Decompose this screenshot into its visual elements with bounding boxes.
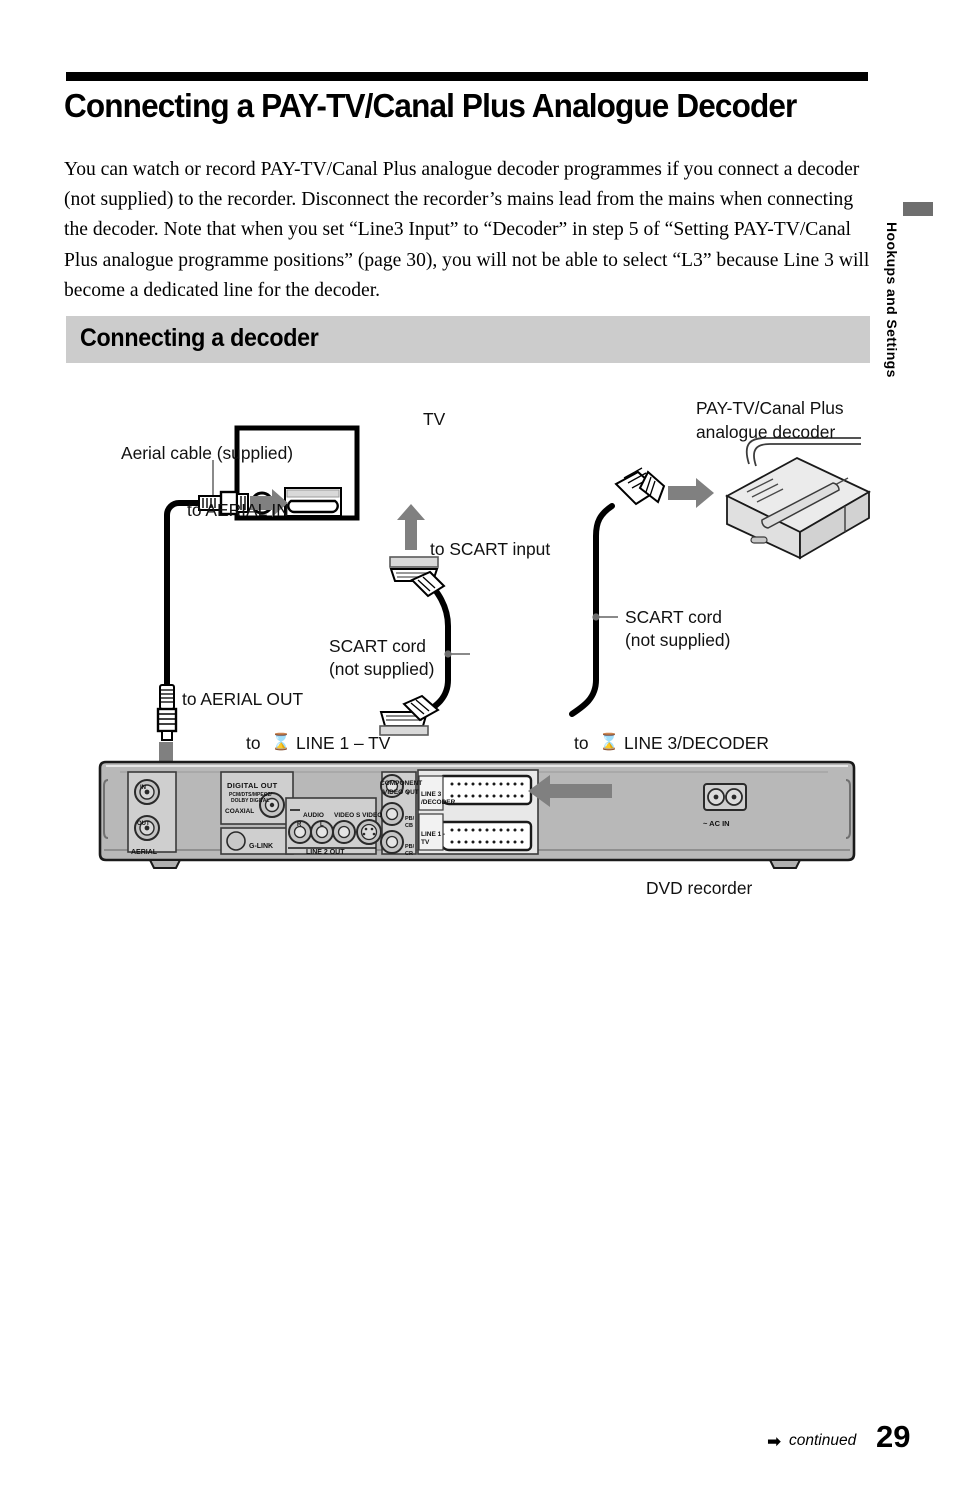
- comp-y-label: Y: [406, 791, 411, 797]
- scart-plug-decoder: [614, 467, 666, 506]
- decoder-illustration: [725, 437, 871, 560]
- scart-line1-label-2: TV: [421, 839, 430, 846]
- component-video-out-label: VIDEO OUT: [383, 789, 419, 796]
- to-aerial-out-label: to AERIAL OUT: [182, 689, 304, 709]
- continued-arrow-icon: ➡: [767, 1432, 782, 1452]
- coaxial-label: COAXIAL: [225, 808, 255, 815]
- decoder-label-line2: analogue decoder: [696, 422, 836, 442]
- dvd-recorder-rear-panel: [98, 760, 856, 869]
- scart-cord-right-line2: (not supplied): [625, 630, 731, 650]
- to-line1-prefix: to: [246, 733, 261, 753]
- arrow-scart-to-tv: [397, 504, 425, 550]
- to-line3-label: LINE 3/DECODER: [624, 733, 769, 753]
- scart-cord-left: [421, 573, 470, 717]
- aerial-out-label: OUT: [137, 821, 150, 827]
- page-title: Connecting a PAY-TV/Canal Plus Analogue …: [64, 87, 797, 124]
- video-label: VIDEO: [334, 812, 355, 819]
- to-line1-label: LINE 1 – TV: [296, 733, 391, 753]
- line2-out-label: LINE 2 OUT: [306, 849, 345, 856]
- comp-cr-label: CR: [405, 851, 413, 857]
- comp-cb-label: CB: [405, 823, 413, 829]
- g-link-label: G-LINK: [249, 843, 274, 850]
- decoder-label-line1: PAY-TV/Canal Plus: [696, 398, 844, 418]
- to-aerial-in-label: to AERIAL IN: [187, 500, 289, 520]
- to-scart-input-label: to SCART input: [430, 539, 551, 559]
- scart-line3-label-2: /DECODER: [421, 799, 456, 806]
- section-heading: Connecting a decoder: [80, 324, 319, 352]
- side-tab-marker: [903, 202, 933, 216]
- dvd-recorder-label: DVD recorder: [646, 878, 753, 898]
- scart-cord-left-line2: (not supplied): [329, 659, 435, 679]
- ac-in-label: ~ AC IN: [703, 819, 730, 828]
- scart-plug-tv: [389, 556, 446, 598]
- tv-label: TV: [423, 409, 446, 429]
- connection-diagram: TV PAY-TV/Canal Plus analogue decoder Ae…: [0, 380, 954, 940]
- aerial-plug-recorder: [156, 684, 178, 741]
- manual-page: Connecting a PAY-TV/Canal Plus Analogue …: [0, 0, 954, 1486]
- title-rule: [66, 72, 868, 81]
- scart-cord-left-line1: SCART cord: [329, 636, 426, 656]
- scart-cord-right-line1: SCART cord: [625, 607, 722, 627]
- aerial-block-label: AERIAL: [131, 849, 158, 856]
- intro-paragraph: You can watch or record PAY-TV/Canal Plu…: [64, 159, 870, 301]
- to-line3-prefix: to: [574, 733, 589, 753]
- arrow-scart-to-decoder: [668, 478, 714, 508]
- aerial-in-label: IN: [140, 785, 146, 791]
- scart-cord-right: [569, 503, 618, 717]
- audio-l-label: L: [320, 822, 324, 828]
- aerial-cable-label: Aerial cable (supplied): [121, 443, 294, 463]
- s-video-label: S VIDEO: [356, 812, 383, 819]
- scart-plug-line1: [379, 694, 440, 736]
- audio-r-label: R: [297, 822, 302, 828]
- line-io-icon-1: ⌛: [271, 732, 291, 751]
- line-io-icon-2: ⌛: [599, 732, 619, 751]
- page-number: 29: [876, 1419, 911, 1454]
- section-heading-bar: Connecting a decoder: [66, 316, 870, 363]
- continued-label: continued: [789, 1432, 857, 1449]
